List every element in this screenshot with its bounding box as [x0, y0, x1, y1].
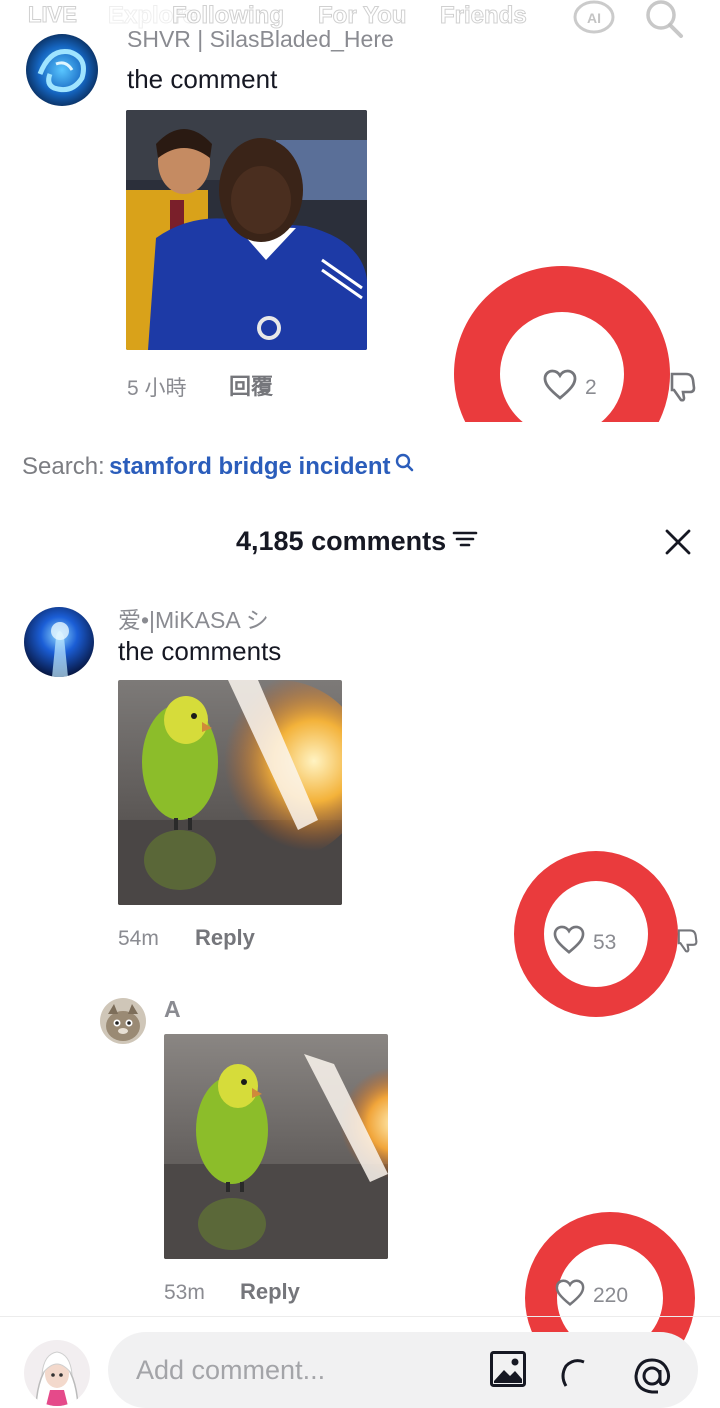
divider [0, 1316, 720, 1317]
comments-count-title: 4,185 comments [236, 526, 447, 556]
like-count: 2 [585, 375, 597, 399]
heart-icon [553, 925, 585, 960]
like-button[interactable]: 220 [555, 1279, 628, 1312]
comment-input-box[interactable]: Add comment... [108, 1332, 698, 1408]
comment-text: the comments [118, 636, 282, 666]
image-icon[interactable] [489, 1350, 527, 1393]
comment-timestamp: 5 小時 [127, 377, 187, 400]
dislike-icon[interactable] [666, 370, 696, 407]
like-button[interactable]: 2 [543, 369, 597, 406]
like-count: 220 [593, 1283, 629, 1307]
user-avatar[interactable] [24, 1340, 90, 1406]
comment-input-placeholder[interactable]: Add comment... [136, 1355, 325, 1386]
reply-image[interactable] [164, 1034, 388, 1259]
tab-live[interactable]: LIVE [28, 2, 78, 28]
like-count: 53 [593, 930, 617, 954]
search-prefix: Search: [22, 453, 105, 480]
search-icon[interactable] [644, 0, 684, 38]
heart-icon [555, 1279, 585, 1312]
comment-image[interactable] [126, 110, 367, 350]
comment-text: the comment [127, 64, 278, 94]
comment-image[interactable] [118, 680, 342, 905]
comments-header: 4,185 comments [236, 526, 478, 557]
like-button[interactable]: 53 [553, 925, 616, 960]
ai-badge-icon[interactable]: AI [572, 0, 616, 36]
sort-filter-icon[interactable] [452, 528, 478, 555]
dislike-icon[interactable] [674, 925, 698, 960]
reply-button[interactable]: Reply [240, 1279, 300, 1305]
heart-icon [543, 369, 577, 406]
comment-username[interactable]: 爱•|MiKASA シ [118, 601, 269, 635]
reply-timestamp: 53m [164, 1281, 205, 1304]
ai-badge-label: AI [587, 10, 601, 26]
reply-button[interactable]: 回覆 [229, 369, 273, 401]
avatar[interactable] [26, 34, 98, 106]
comment-username[interactable]: SHVR | SilasBladed_Here [127, 26, 394, 53]
search-query-link[interactable]: stamford bridge incident [109, 453, 390, 480]
avatar[interactable] [24, 607, 94, 677]
tab-friends[interactable]: Friends [440, 2, 528, 30]
avatar[interactable] [100, 998, 146, 1044]
comment-timestamp: 54m [118, 927, 159, 950]
reply-button[interactable]: Reply [195, 925, 255, 951]
emoji-icon[interactable] [558, 1356, 596, 1401]
close-icon[interactable] [664, 528, 692, 561]
search-icon [395, 453, 415, 480]
mention-icon[interactable] [632, 1356, 672, 1401]
reply-username[interactable]: A [164, 996, 181, 1023]
search-suggestion[interactable]: Search: stamford bridge incident [22, 453, 415, 481]
